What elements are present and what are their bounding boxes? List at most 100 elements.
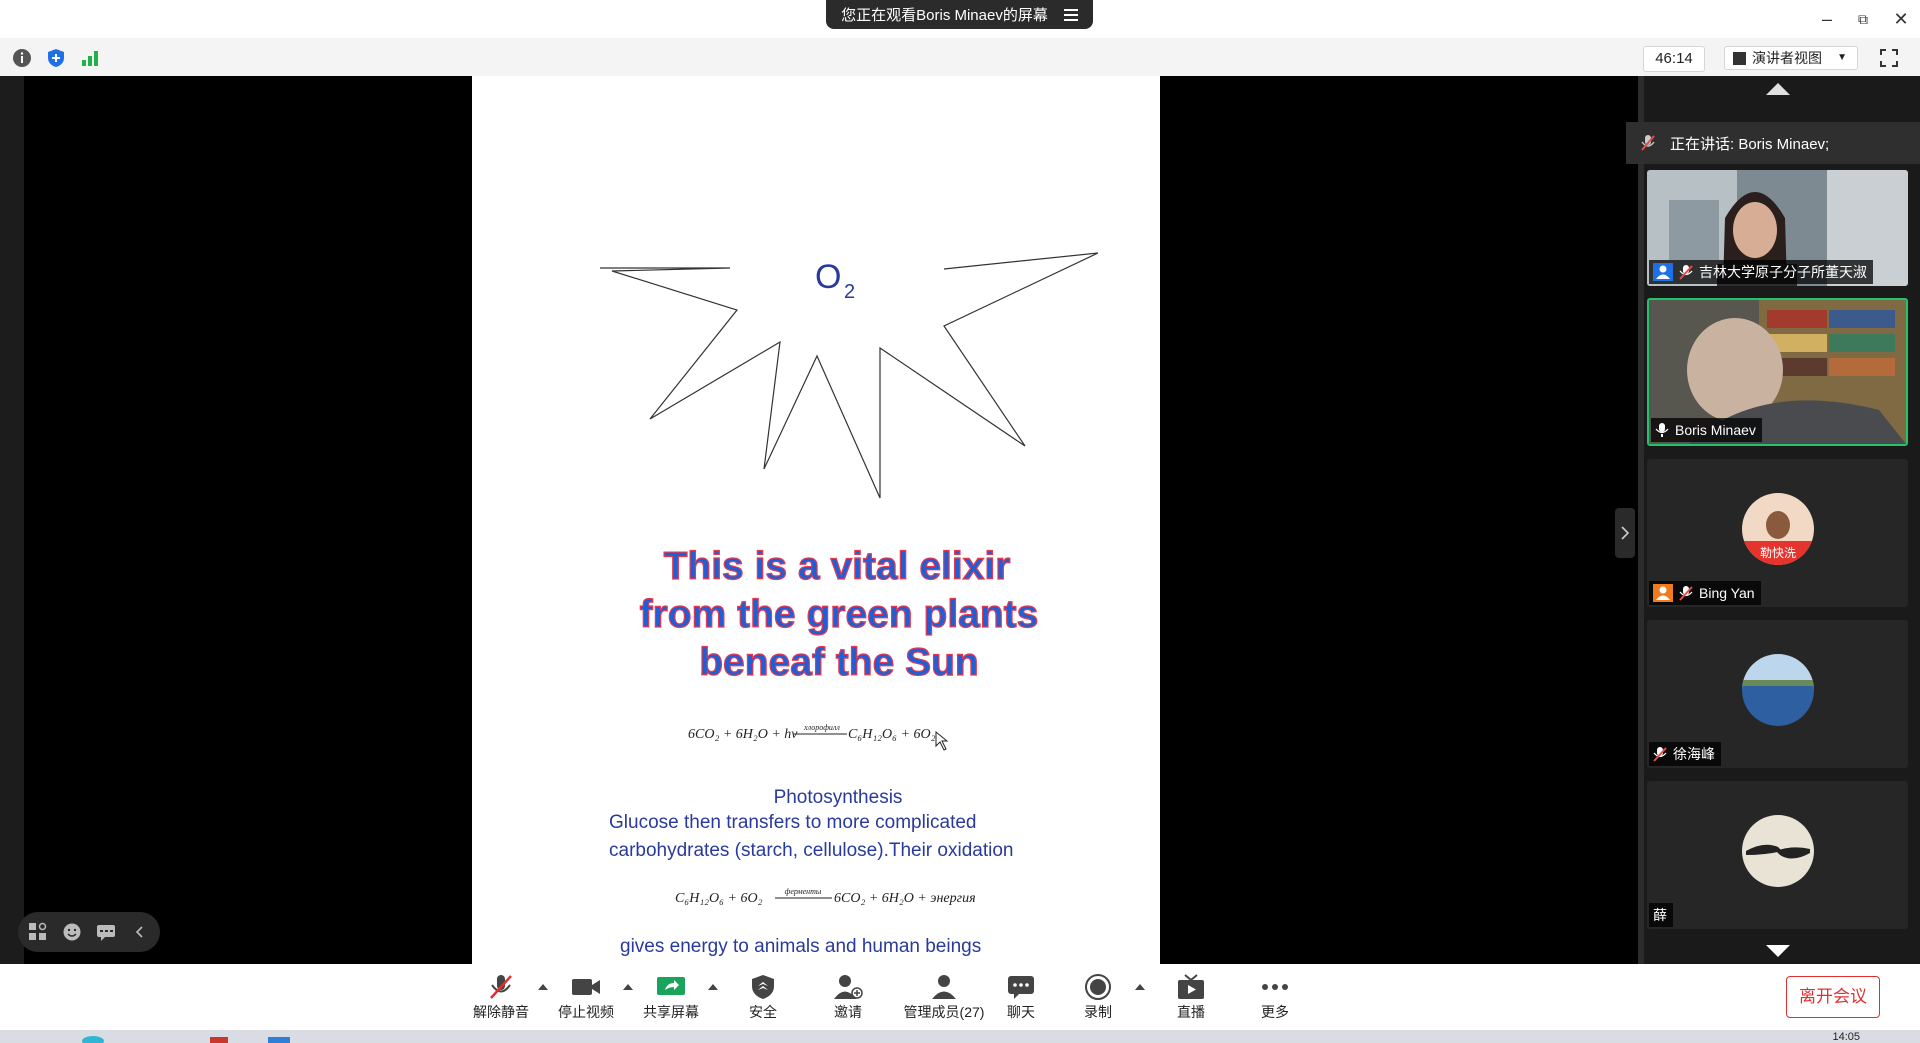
avatar — [1742, 654, 1814, 726]
live-stream-icon — [1178, 974, 1204, 999]
meeting-toolbar: 46:14 演讲者视图 ▼ — [0, 38, 1920, 77]
participant-tile[interactable]: 吉林大学原子分子所董天淑 — [1647, 170, 1908, 286]
scroll-up-icon[interactable] — [1765, 82, 1791, 96]
record-label: 录制 — [1084, 1004, 1112, 1020]
user-icon — [1653, 584, 1673, 602]
record-button[interactable]: 录制 — [1058, 970, 1138, 1026]
share-options-caret[interactable] — [708, 984, 718, 990]
avatar-image: 勒快洗 — [1742, 493, 1814, 565]
shield-icon — [752, 975, 774, 999]
participant-name: 薛 — [1653, 907, 1667, 923]
user-icon — [1653, 263, 1673, 281]
close-icon[interactable]: ✕ — [1890, 8, 1912, 30]
share-banner-text: 您正在观看Boris Minaev的屏幕 — [841, 7, 1048, 24]
participant-tile-active[interactable]: Boris Minaev — [1647, 298, 1908, 446]
panel-toggle[interactable] — [1615, 508, 1635, 558]
more-icon — [1262, 984, 1288, 990]
minimize-icon[interactable]: – — [1816, 8, 1838, 30]
more-button[interactable]: 更多 — [1235, 970, 1315, 1026]
participant-tile[interactable]: 勒快洗 Bing Yan — [1647, 459, 1908, 607]
unmute-label: 解除静音 — [473, 1004, 529, 1020]
scroll-down-icon[interactable] — [1765, 944, 1791, 958]
avatar-image — [1742, 815, 1814, 887]
participant-name: 徐海峰 — [1673, 746, 1715, 762]
participants-button[interactable]: 管理成员(27) — [894, 970, 994, 1026]
live-stream-label: 直播 — [1177, 1004, 1205, 1020]
participants-label: 管理成员(27) — [903, 1004, 985, 1020]
o2-subscript: 2 — [844, 281, 855, 303]
equation1-right: C₆H₁₂O₆ + 6O₂ — [848, 727, 936, 742]
o2-label: O — [815, 258, 841, 296]
participant-name-tag: Bing Yan — [1649, 581, 1761, 605]
chat-button[interactable]: 聊天 — [981, 970, 1061, 1026]
participant-tile[interactable]: 薛 — [1647, 781, 1908, 929]
leave-meeting-button[interactable]: 离开会议 — [1786, 976, 1880, 1018]
fullscreen-icon[interactable] — [1880, 49, 1898, 67]
security-button[interactable]: 安全 — [723, 970, 803, 1026]
headline-line-3: beneaf the Sun — [699, 641, 979, 684]
invite-button[interactable]: 邀请 — [808, 970, 888, 1026]
record-options-caret[interactable] — [1135, 984, 1145, 990]
avatar-caption: 勒快洗 — [1760, 546, 1796, 560]
active-speaker-text: 正在讲话: Boris Minaev; — [1670, 135, 1830, 153]
collapse-left-icon[interactable] — [130, 922, 150, 942]
more-label: 更多 — [1261, 1004, 1289, 1020]
chat-label: 聊天 — [1007, 1004, 1035, 1020]
equation1-left: 6CO₂ + 6H₂O + hν — [688, 727, 798, 742]
caption-line-2: carbohydrates (starch, cellulose).Their … — [609, 840, 1013, 861]
participant-name-tag: 徐海峰 — [1649, 742, 1721, 766]
signal-icon[interactable] — [80, 48, 100, 68]
chevron-down-icon: ▼ — [1837, 52, 1847, 63]
taskbar-app-icon[interactable] — [268, 1037, 290, 1043]
participant-name: 吉林大学原子分子所董天淑 — [1699, 264, 1867, 280]
video-camera-icon — [572, 979, 600, 995]
os-taskbar: 14:05 — [0, 1030, 1920, 1043]
caption-line-1: Glucose then transfers to more complicat… — [609, 812, 977, 833]
security-label: 安全 — [749, 1004, 777, 1020]
headline-line-1: This is a vital elixir — [664, 545, 1011, 588]
live-stream-button[interactable]: 直播 — [1151, 970, 1231, 1026]
active-speaker-bar: 正在讲话: Boris Minaev; — [1626, 122, 1920, 164]
record-icon — [1085, 974, 1111, 1000]
info-icon[interactable] — [12, 48, 32, 68]
floating-view-controls — [18, 912, 160, 952]
restore-icon[interactable]: ⧉ — [1852, 8, 1874, 30]
mic-muted-icon — [490, 975, 512, 999]
avatar-image — [1742, 654, 1814, 726]
mic-muted-icon — [1679, 586, 1693, 601]
presentation-slide: O 2 This is a vital elixir from the gree… — [472, 76, 1160, 964]
mic-icon — [1655, 423, 1669, 437]
share-screen-icon — [657, 977, 685, 995]
stop-video-label: 停止视频 — [558, 1004, 614, 1020]
participant-name: Boris Minaev — [1675, 422, 1756, 438]
avatar — [1742, 815, 1814, 887]
shield-icon[interactable] — [46, 48, 66, 68]
participants-icon — [932, 975, 956, 999]
unmute-button[interactable]: 解除静音 — [461, 970, 541, 1026]
stage-edge — [0, 76, 24, 964]
caption-icon[interactable] — [96, 922, 116, 942]
layout-grid-icon[interactable] — [28, 922, 48, 942]
stop-video-button[interactable]: 停止视频 — [546, 970, 626, 1026]
view-mode-dropdown[interactable]: 演讲者视图 ▼ — [1724, 46, 1858, 70]
participant-name-tag: Boris Minaev — [1651, 418, 1762, 442]
participant-name-tag: 吉林大学原子分子所董天淑 — [1649, 260, 1873, 284]
headline-line-2: from the green plants — [640, 593, 1039, 636]
title-bar: 您正在观看Boris Minaev的屏幕 – ⧉ ✕ — [0, 0, 1920, 38]
participant-tile[interactable]: 徐海峰 — [1647, 620, 1908, 768]
panel-divider — [1638, 76, 1644, 964]
participant-name: Bing Yan — [1699, 585, 1755, 601]
chat-icon — [1008, 976, 1034, 999]
slide-footer: gives energy to animals and human beings — [620, 936, 981, 957]
taskbar-app-icon[interactable] — [210, 1037, 228, 1043]
share-screen-button[interactable]: 共享屏幕 — [631, 970, 711, 1026]
menu-icon[interactable] — [1063, 8, 1078, 21]
meeting-controls: 解除静音 停止视频 共享屏幕 安全 邀请 管理成员(27) 聊天 录制 直播 更… — [0, 964, 1920, 1030]
emoji-icon[interactable] — [62, 922, 82, 942]
screen-share-banner[interactable]: 您正在观看Boris Minaev的屏幕 — [826, 0, 1093, 29]
view-mode-label: 演讲者视图 — [1752, 50, 1822, 66]
avatar: 勒快洗 — [1742, 493, 1814, 565]
shared-screen: O 2 This is a vital elixir from the gree… — [0, 76, 1638, 964]
taskbar-app-icon[interactable] — [82, 1036, 104, 1043]
equation2-left: C₆H₁₂O₆ + 6O₂ — [675, 891, 763, 906]
